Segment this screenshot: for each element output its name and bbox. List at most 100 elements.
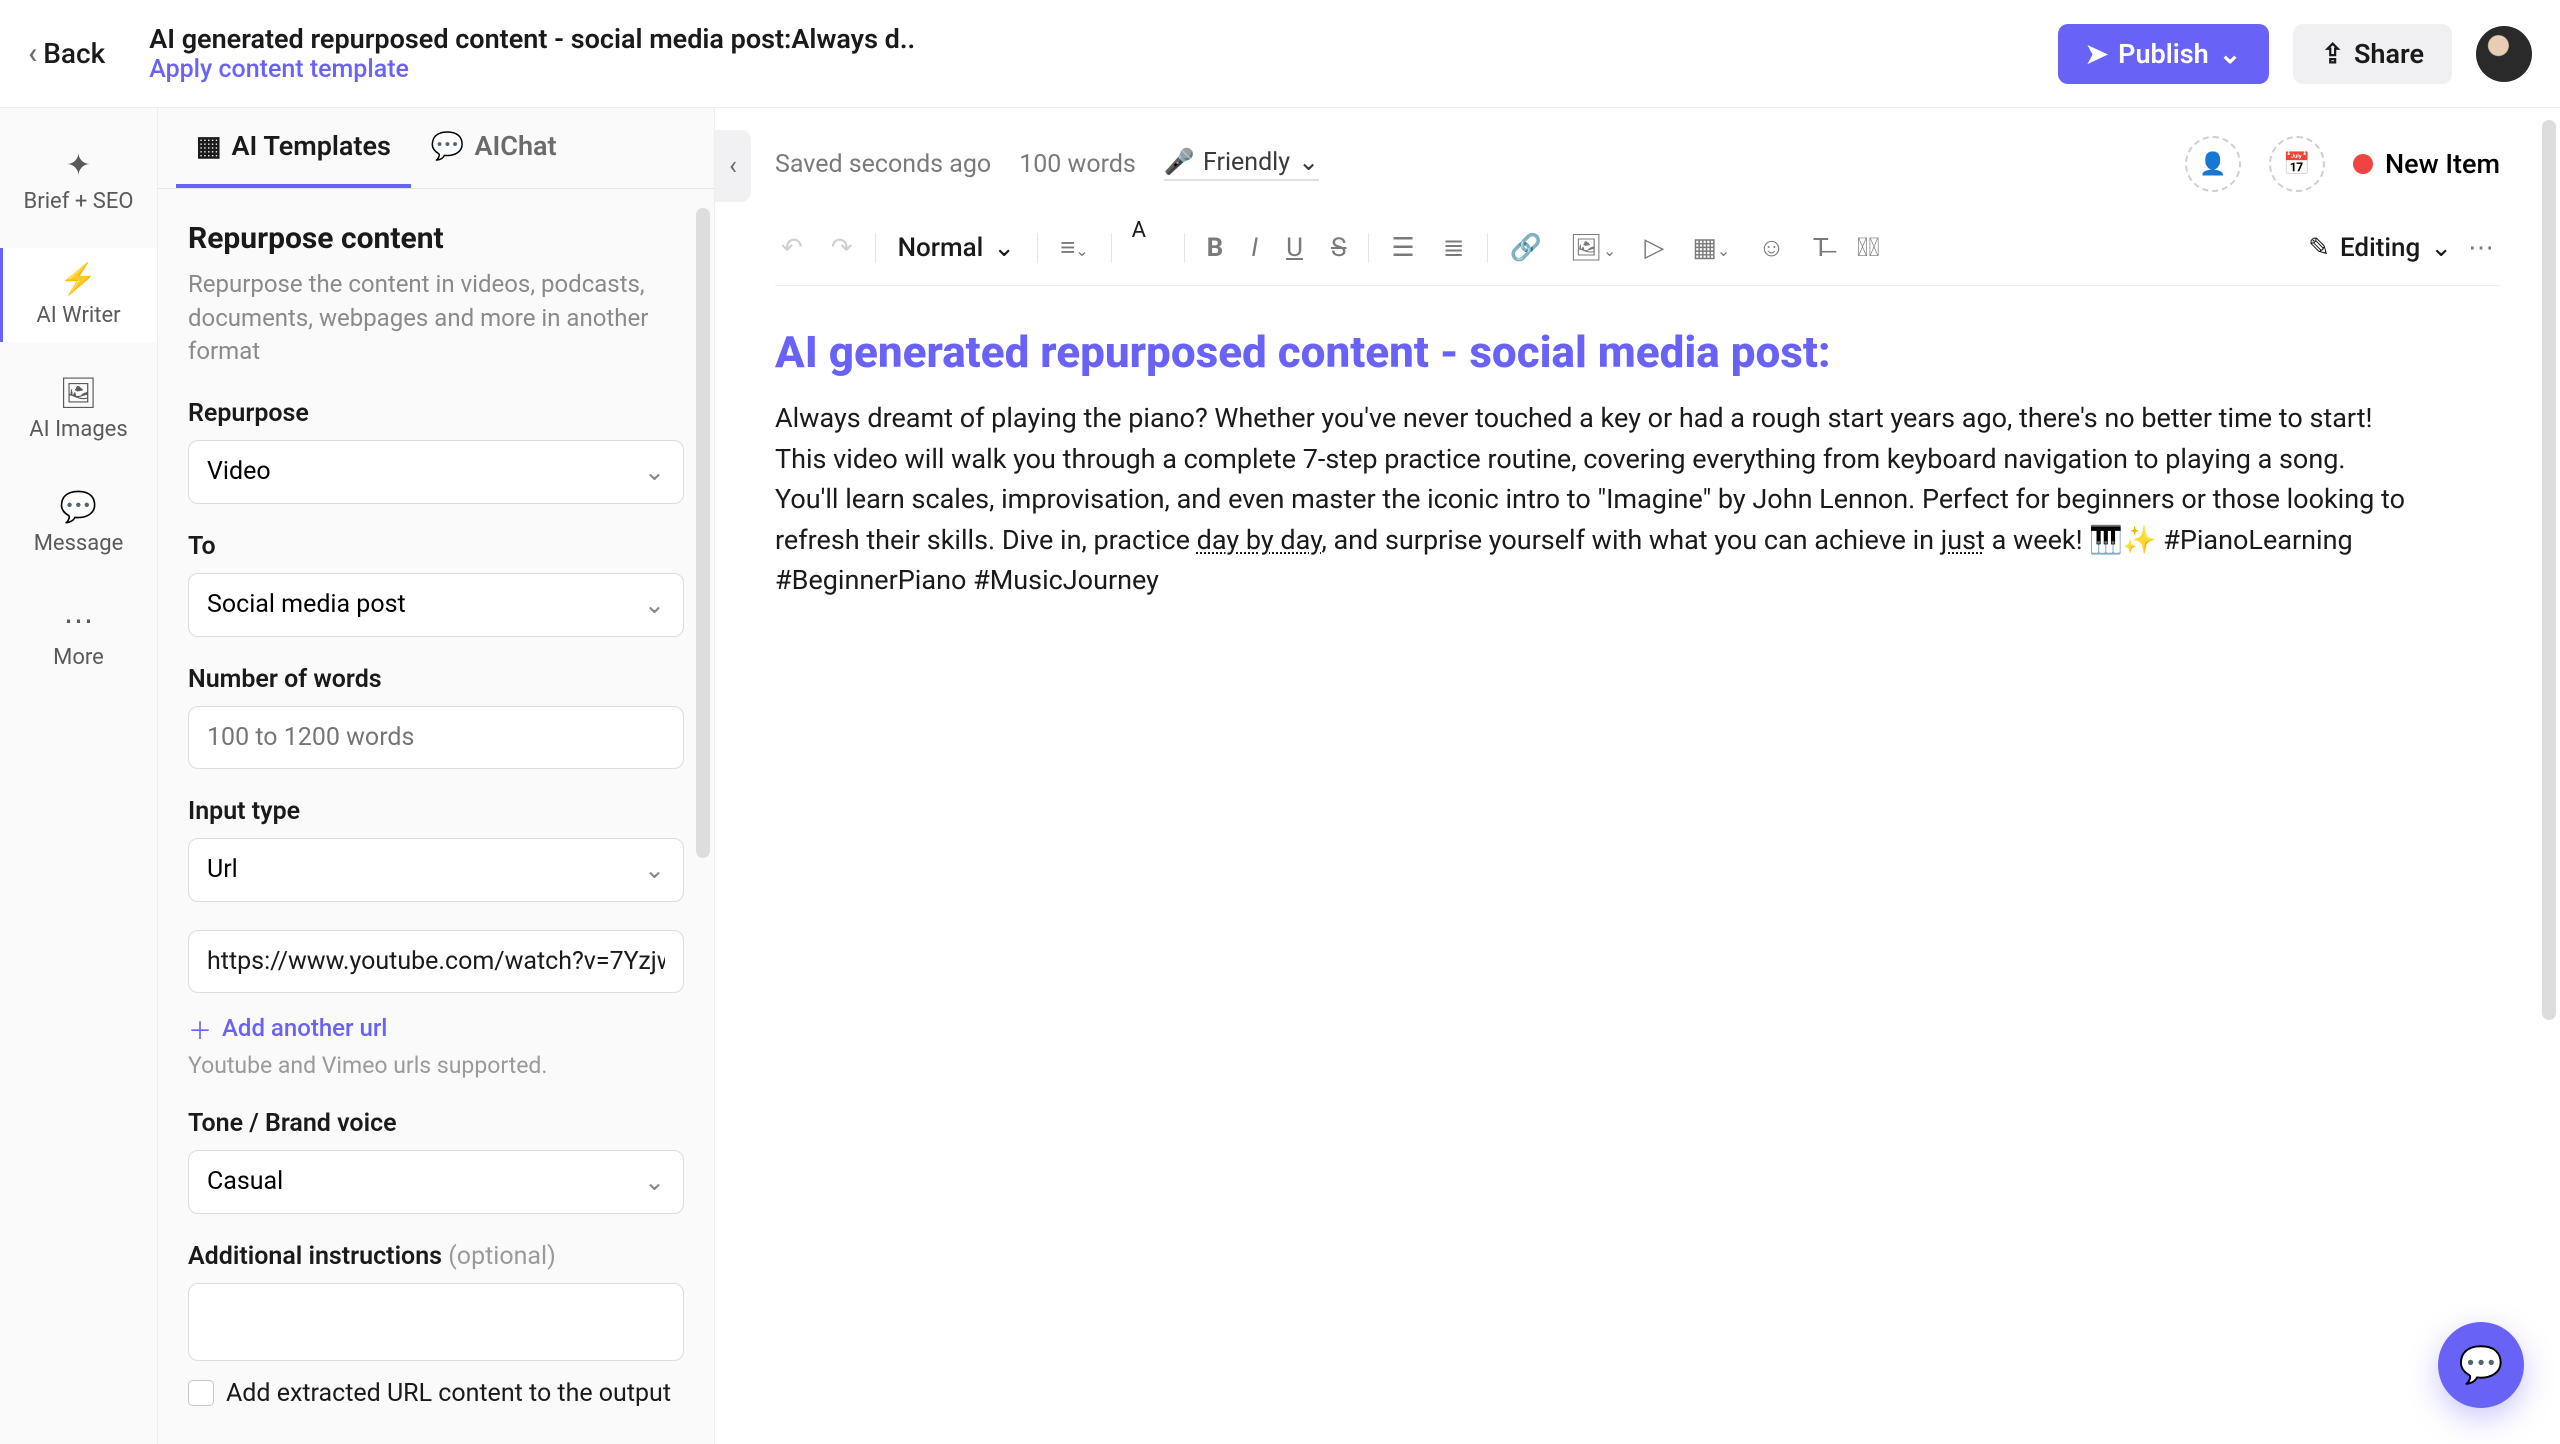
emoji-button[interactable]: ☺: [1752, 228, 1791, 267]
url-input[interactable]: [188, 930, 684, 993]
side-panel: ▦ AI Templates 💬 AIChat Repurpose conten…: [158, 108, 715, 1444]
rail-label: More: [53, 645, 104, 670]
repurpose-select[interactable]: Video ⌄: [188, 440, 684, 504]
rail-label: AI Images: [29, 417, 127, 442]
chat-icon: 💬: [431, 130, 465, 162]
chevron-down-icon: ⌄: [2219, 38, 2242, 70]
format-value: Normal: [898, 233, 984, 263]
add-date-placeholder[interactable]: 📅: [2269, 136, 2325, 192]
tone-label: Tone / Brand voice: [188, 1109, 684, 1138]
clear-format-button[interactable]: T̶: [1807, 228, 1835, 267]
saved-text: Saved seconds ago: [775, 150, 991, 179]
input-type-select[interactable]: Url ⌄: [188, 838, 684, 902]
rail-label: AI Writer: [36, 303, 120, 328]
additional-label-text: Additional instructions: [188, 1242, 448, 1271]
text-color-button[interactable]: A: [1128, 244, 1140, 252]
dotted-text: day by day: [1197, 524, 1322, 556]
divider: [1111, 233, 1112, 263]
italic-button[interactable]: I: [1245, 229, 1264, 267]
target-icon: ✦: [66, 148, 91, 183]
calendar-icon-ph: 📅: [2283, 152, 2310, 177]
comment-button[interactable]: ⌄⃣: [1851, 229, 1886, 267]
input-type-label: Input type: [188, 797, 684, 826]
divider: [875, 233, 876, 263]
share-button[interactable]: ⇪ Share: [2293, 24, 2452, 84]
tone-value: Casual: [207, 1167, 283, 1196]
more-toolbar-button[interactable]: ⋯: [2468, 233, 2494, 263]
toolbar: ↶ ↷ Normal ⌄ ≡⌄ A B I U S ☰ ≣ 🔗 🖼⌄ ▷ ▦⌄: [775, 228, 2500, 286]
video-button[interactable]: ▷: [1638, 229, 1670, 267]
tone-text: Friendly: [1203, 148, 1290, 177]
panel-description: Repurpose the content in videos, podcast…: [188, 268, 684, 369]
url-support-text: Youtube and Vimeo urls supported.: [188, 1052, 684, 1079]
extract-url-checkbox-row[interactable]: Add extracted URL content to the output: [188, 1379, 684, 1408]
rail-more[interactable]: ⋯ More: [0, 590, 157, 684]
publish-button[interactable]: ➤ Publish ⌄: [2058, 24, 2270, 84]
status-chip[interactable]: New Item: [2353, 148, 2500, 180]
publish-label: Publish: [2118, 38, 2209, 70]
add-user-placeholder[interactable]: 👤: [2185, 136, 2241, 192]
word-count: 100 words: [1019, 150, 1136, 179]
chat-launcher-button[interactable]: 💬: [2438, 1322, 2524, 1408]
add-url-link[interactable]: ＋ Add another url: [188, 1011, 684, 1046]
bolt-icon: ⚡: [60, 262, 97, 297]
underline-button[interactable]: U: [1280, 229, 1309, 267]
words-label: Number of words: [188, 665, 684, 694]
table-button[interactable]: ▦⌄: [1686, 229, 1736, 267]
tone-select[interactable]: Casual ⌄: [188, 1150, 684, 1214]
avatar[interactable]: [2476, 26, 2532, 82]
chevron-down-icon: ⌄: [644, 590, 665, 620]
left-rail: ✦ Brief + SEO ⚡ AI Writer 🖼 AI Images 💬 …: [0, 108, 158, 1444]
checkbox-label: Add extracted URL content to the output: [226, 1379, 671, 1408]
editing-mode-select[interactable]: ✎ Editing ⌄: [2308, 233, 2452, 263]
collapse-panel-button[interactable]: ‹: [715, 130, 751, 202]
document-body[interactable]: Always dreamt of playing the piano? Whet…: [775, 398, 2415, 601]
tab-label: AI Templates: [232, 130, 391, 162]
bulleted-list-button[interactable]: ☰: [1385, 229, 1420, 267]
divider: [1368, 233, 1369, 263]
tab-ai-chat[interactable]: 💬 AIChat: [411, 108, 577, 188]
chevron-down-icon: ⌄: [644, 855, 665, 885]
additional-optional: (optional): [448, 1242, 556, 1271]
document-title[interactable]: AI generated repurposed content - social…: [775, 326, 2500, 378]
editor-scrollbar[interactable]: [2542, 120, 2556, 1020]
chat-icon: 💬: [2459, 1344, 2504, 1386]
align-button[interactable]: ≡⌄: [1054, 228, 1095, 267]
page-title: AI generated repurposed content - social…: [149, 23, 2057, 55]
pencil-icon: ✎: [2308, 233, 2330, 263]
undo-button[interactable]: ↶: [775, 229, 809, 267]
image-icon: 🖼: [59, 376, 97, 411]
numbered-list-button[interactable]: ≣: [1437, 229, 1471, 267]
bold-button[interactable]: B: [1201, 229, 1230, 267]
to-label: To: [188, 532, 684, 561]
rail-message[interactable]: 💬 Message: [0, 476, 157, 570]
panel-scrollbar[interactable]: [696, 208, 710, 858]
paragraph-format-select[interactable]: Normal ⌄: [892, 229, 1021, 267]
strikethrough-button[interactable]: S: [1325, 229, 1352, 267]
plus-icon: ＋: [188, 1011, 212, 1046]
redo-button[interactable]: ↷: [825, 229, 859, 267]
additional-label: Additional instructions (optional): [188, 1242, 684, 1271]
back-button[interactable]: ‹ Back: [28, 36, 105, 71]
to-value: Social media post: [207, 590, 406, 619]
status-label: New Item: [2385, 148, 2500, 180]
rail-ai-writer[interactable]: ⚡ AI Writer: [0, 248, 157, 342]
rail-brief-seo[interactable]: ✦ Brief + SEO: [0, 134, 157, 228]
input-type-value: Url: [207, 855, 238, 884]
back-label: Back: [43, 37, 105, 70]
chevron-down-icon: ⌄: [644, 1167, 665, 1197]
tab-ai-templates[interactable]: ▦ AI Templates: [176, 108, 411, 188]
add-url-label: Add another url: [222, 1014, 387, 1042]
additional-instructions-textarea[interactable]: [188, 1283, 684, 1361]
to-select[interactable]: Social media post ⌄: [188, 573, 684, 637]
link-button[interactable]: 🔗: [1504, 229, 1548, 267]
rail-ai-images[interactable]: 🖼 AI Images: [0, 362, 157, 456]
apply-template-link[interactable]: Apply content template: [149, 55, 2057, 84]
chevron-down-icon: ⌄: [2430, 233, 2452, 263]
words-input[interactable]: [188, 706, 684, 769]
more-icon: ⋯: [64, 604, 94, 639]
image-button[interactable]: 🖼⌄: [1564, 229, 1622, 267]
highlight-button[interactable]: [1156, 244, 1168, 252]
tone-chip[interactable]: 🎤 Friendly ⌄: [1164, 147, 1319, 181]
checkbox-icon: [188, 1380, 214, 1406]
